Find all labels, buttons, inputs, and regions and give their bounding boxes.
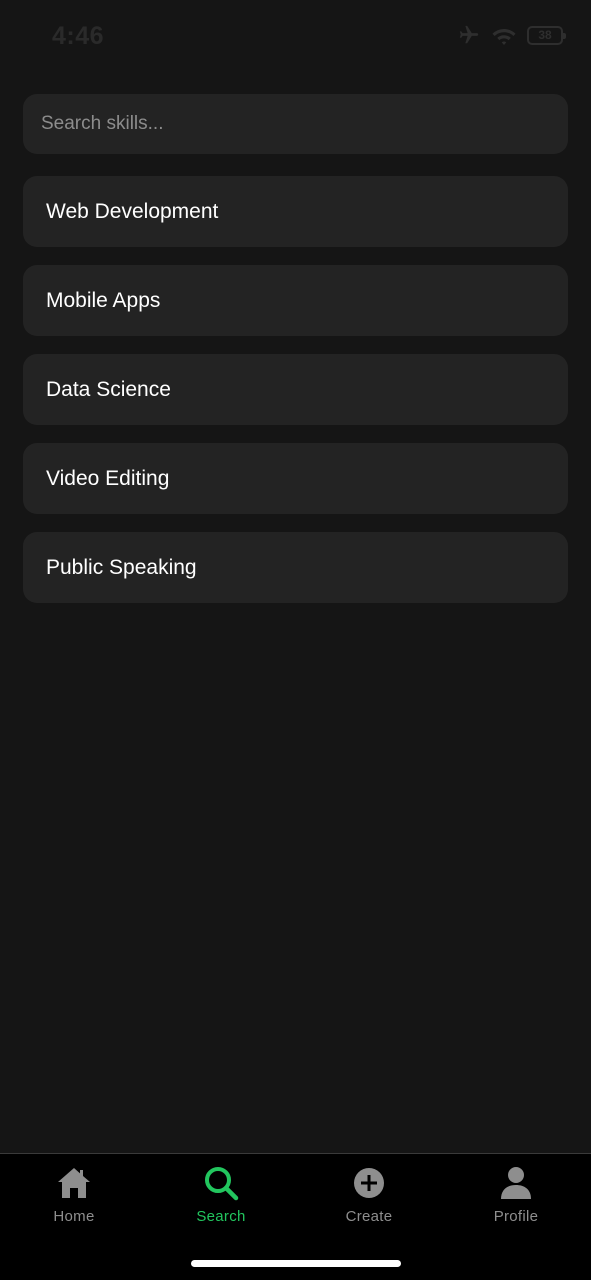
person-icon <box>496 1164 536 1202</box>
airplane-icon <box>457 24 481 46</box>
status-icons: 38 <box>457 24 566 46</box>
tab-profile-label: Profile <box>493 1208 539 1225</box>
home-indicator <box>191 1260 401 1267</box>
skill-item-data-science[interactable]: Data Science <box>23 354 568 425</box>
tab-create-label: Create <box>345 1208 393 1225</box>
tab-create[interactable]: Create <box>309 1164 429 1226</box>
tab-home-label: Home <box>53 1208 95 1225</box>
skill-item-mobile-apps[interactable]: Mobile Apps <box>23 265 568 336</box>
status-time: 4:46 <box>52 22 105 50</box>
search-icon <box>201 1164 241 1202</box>
battery-icon: 38 <box>527 25 566 45</box>
skill-item-web-development[interactable]: Web Development <box>23 176 568 247</box>
skill-item-video-editing[interactable]: Video Editing <box>23 443 568 514</box>
search-input[interactable] <box>23 94 568 154</box>
home-icon <box>54 1164 94 1202</box>
skills-search-screen: 4:46 38 Web Development Mobile Apps Data… <box>0 0 591 1280</box>
plus-circle-icon <box>349 1164 389 1202</box>
status-bar: 4:46 38 <box>0 0 591 76</box>
tab-home[interactable]: Home <box>14 1164 134 1226</box>
tab-search[interactable]: Search <box>161 1164 281 1226</box>
skill-item-public-speaking[interactable]: Public Speaking <box>23 532 568 603</box>
tab-search-label: Search <box>196 1208 246 1225</box>
tab-profile[interactable]: Profile <box>456 1164 576 1226</box>
wifi-icon <box>491 25 517 45</box>
skill-list: Web Development Mobile Apps Data Science… <box>23 176 568 621</box>
